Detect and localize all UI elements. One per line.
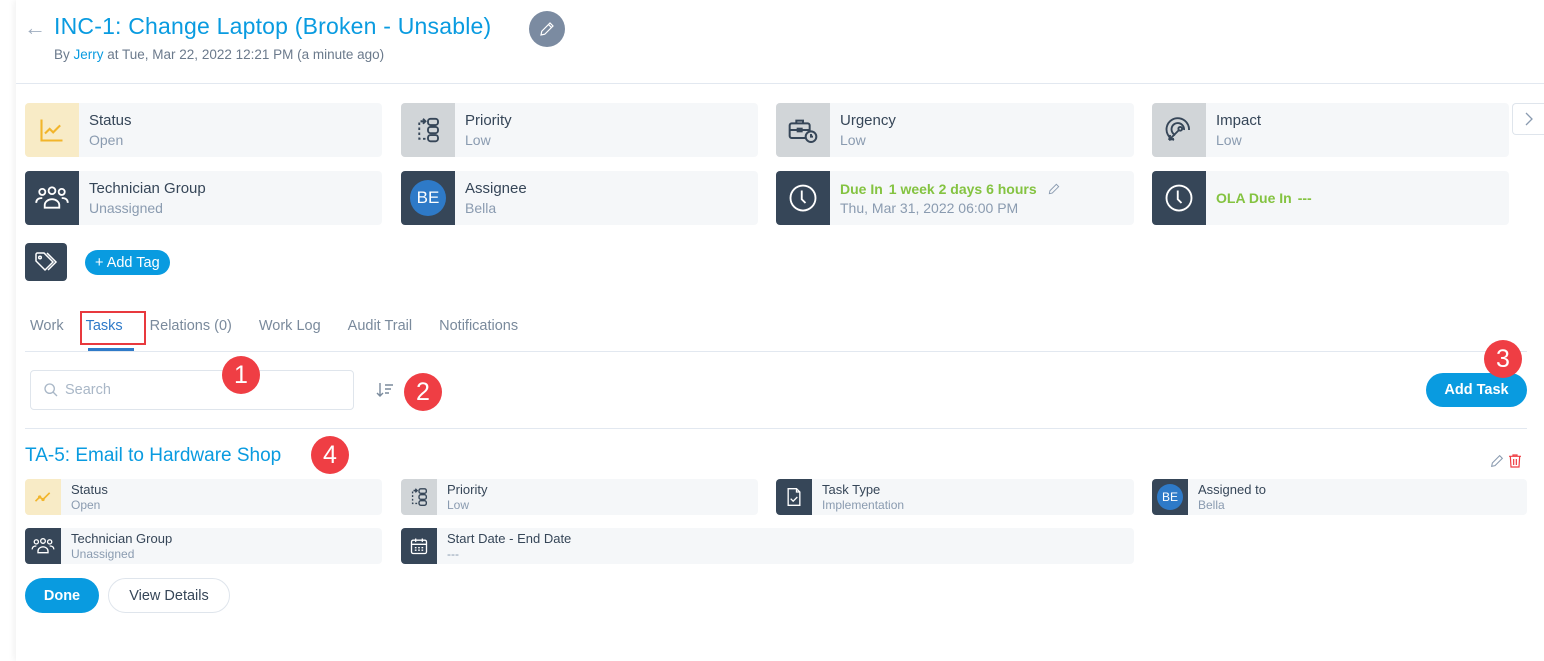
task-type-label: Task Type bbox=[822, 481, 881, 497]
next-cards-button[interactable] bbox=[1512, 103, 1544, 135]
clock-icon bbox=[789, 184, 817, 212]
task-technician-group-label: Technician Group bbox=[71, 530, 173, 546]
list-divider bbox=[25, 428, 1527, 429]
due-value: 1 week 2 days 6 hours bbox=[888, 180, 1037, 197]
ola-due-label: OLA Due In bbox=[1216, 190, 1292, 206]
view-details-button[interactable]: View Details bbox=[108, 578, 230, 613]
task-priority-value: Low bbox=[447, 497, 470, 512]
ola-due-card[interactable]: OLA Due In --- bbox=[1152, 171, 1509, 225]
briefcase-clock-icon bbox=[788, 119, 818, 143]
tag-block bbox=[25, 243, 67, 281]
task-technician-group-card[interactable]: Technician Group Unassigned bbox=[25, 528, 382, 564]
ola-due-value: --- bbox=[1297, 190, 1312, 206]
task-title-link[interactable]: TA-5: Email to Hardware Shop bbox=[25, 445, 281, 467]
technician-group-card[interactable]: Technician Group Unassigned bbox=[25, 171, 382, 225]
edit-task-pencil-icon[interactable] bbox=[1489, 453, 1505, 469]
sort-button[interactable] bbox=[375, 380, 395, 405]
chevron-right-icon bbox=[1525, 112, 1533, 126]
trend-chart-icon bbox=[40, 119, 63, 142]
priority-card[interactable]: Priority Low bbox=[401, 103, 758, 157]
task-status-card[interactable]: Status Open bbox=[25, 479, 382, 515]
search-box[interactable] bbox=[30, 370, 354, 410]
assignee-value: Bella bbox=[465, 199, 497, 216]
priority-flow-icon bbox=[411, 488, 428, 506]
task-status-label: Status bbox=[71, 481, 108, 497]
urgency-card[interactable]: Urgency Low bbox=[776, 103, 1134, 157]
task-dates-card[interactable]: Start Date - End Date --- bbox=[401, 528, 1134, 564]
priority-flow-icon bbox=[418, 117, 439, 143]
trend-line-icon bbox=[34, 492, 51, 502]
sort-descending-icon bbox=[376, 383, 393, 397]
author-link[interactable]: Jerry bbox=[74, 47, 104, 62]
annotation-badge-3: 3 bbox=[1484, 340, 1522, 378]
task-technician-group-value: Unassigned bbox=[71, 546, 135, 561]
add-task-button[interactable]: Add Task bbox=[1426, 373, 1527, 407]
edit-due-pencil-icon[interactable] bbox=[1047, 182, 1061, 196]
task-actions bbox=[1489, 453, 1523, 469]
impact-card[interactable]: Impact Low bbox=[1152, 103, 1509, 157]
urgency-value: Low bbox=[840, 131, 866, 148]
annotation-badge-2: 2 bbox=[404, 373, 442, 411]
status-label: Status bbox=[89, 111, 132, 129]
task-dates-value: --- bbox=[447, 546, 459, 561]
task-dates-label: Start Date - End Date bbox=[447, 530, 572, 546]
back-arrow-icon[interactable]: ← bbox=[24, 15, 46, 41]
target-cursor-icon bbox=[1165, 117, 1190, 141]
tasks-tab-highlight-box bbox=[80, 311, 146, 345]
users-icon bbox=[31, 538, 55, 554]
add-tag-button[interactable]: + Add Tag bbox=[85, 250, 170, 275]
annotation-badge-4: 4 bbox=[311, 436, 349, 474]
done-button[interactable]: Done bbox=[25, 578, 99, 613]
task-type-card[interactable]: Task Type Implementation bbox=[776, 479, 1134, 515]
tab-work[interactable]: Work bbox=[30, 318, 64, 334]
assignee-card[interactable]: BE Assignee Bella bbox=[401, 171, 758, 225]
tab-notifications[interactable]: Notifications bbox=[439, 318, 518, 334]
task-status-value: Open bbox=[71, 497, 101, 512]
status-card[interactable]: Status Open bbox=[25, 103, 382, 157]
byline: By Jerry at Tue, Mar 22, 2022 12:21 PM (… bbox=[54, 47, 384, 62]
technician-group-label: Technician Group bbox=[89, 179, 206, 197]
byline-timestamp: at Tue, Mar 22, 2022 12:21 PM (a minute … bbox=[103, 47, 385, 62]
urgency-label: Urgency bbox=[840, 111, 896, 129]
search-input[interactable] bbox=[65, 382, 345, 398]
document-check-icon bbox=[787, 488, 801, 506]
impact-label: Impact bbox=[1216, 111, 1262, 129]
impact-value: Low bbox=[1216, 131, 1242, 148]
annotation-badge-1: 1 bbox=[222, 356, 260, 394]
page-title: INC-1: Change Laptop (Broken - Unsable) bbox=[54, 13, 492, 39]
task-assignee-avatar: BE bbox=[1157, 484, 1183, 510]
tab-work-log[interactable]: Work Log bbox=[259, 318, 321, 334]
technician-group-value: Unassigned bbox=[89, 199, 163, 216]
task-type-value: Implementation bbox=[822, 497, 905, 512]
header-divider bbox=[16, 83, 1544, 84]
edit-title-button[interactable] bbox=[529, 11, 565, 47]
tab-relations[interactable]: Relations (0) bbox=[150, 318, 232, 334]
byline-prefix: By bbox=[54, 47, 74, 62]
clock-icon bbox=[1165, 184, 1193, 212]
tabs-divider bbox=[25, 351, 1527, 352]
users-icon bbox=[35, 186, 69, 209]
pencil-icon bbox=[540, 22, 554, 36]
task-priority-card[interactable]: Priority Low bbox=[401, 479, 758, 515]
task-assigned-card[interactable]: BE Assigned to Bella bbox=[1152, 479, 1527, 515]
priority-label: Priority bbox=[465, 111, 512, 129]
status-value: Open bbox=[89, 131, 124, 148]
task-assigned-value: Bella bbox=[1198, 497, 1225, 512]
due-date: Thu, Mar 31, 2022 06:00 PM bbox=[840, 199, 1019, 216]
task-priority-label: Priority bbox=[447, 481, 488, 497]
task-assigned-label: Assigned to bbox=[1198, 481, 1266, 497]
due-label: Due In bbox=[840, 180, 883, 197]
calendar-icon bbox=[410, 538, 428, 555]
search-icon bbox=[44, 383, 58, 397]
assignee-avatar: BE bbox=[410, 180, 446, 216]
tab-audit-trail[interactable]: Audit Trail bbox=[348, 318, 412, 334]
assignee-label: Assignee bbox=[465, 179, 527, 197]
delete-task-trash-icon[interactable] bbox=[1507, 453, 1523, 469]
priority-value: Low bbox=[465, 131, 491, 148]
tag-icon bbox=[35, 252, 58, 272]
due-card[interactable]: Due In 1 week 2 days 6 hours Thu, Mar 31,… bbox=[776, 171, 1134, 225]
